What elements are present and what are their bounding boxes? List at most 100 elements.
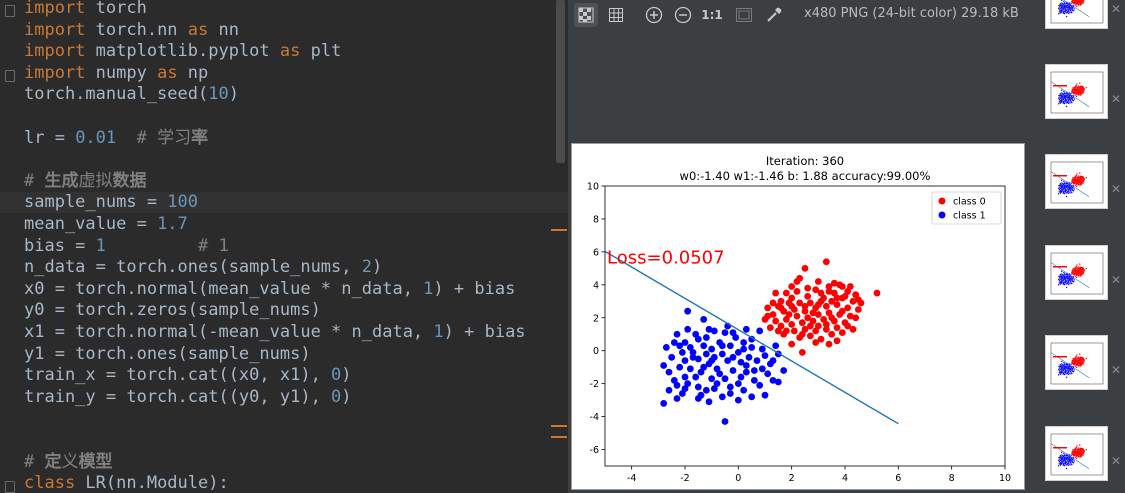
data-point [777, 304, 785, 312]
code-line[interactable]: x1 = torch.normal(-mean_value * n_data, … [24, 322, 526, 343]
code-line[interactable]: import numpy as np [24, 63, 208, 84]
data-point [1079, 1, 1081, 3]
thumbnail-image[interactable] [1045, 426, 1108, 481]
close-icon[interactable]: ✕ [1111, 182, 1121, 196]
code-line[interactable]: mean_value = 1.7 [24, 214, 188, 235]
data-point [1058, 367, 1061, 369]
code-line[interactable]: class LR(nn.Module): [24, 473, 229, 493]
code-token: import [24, 0, 86, 18]
data-point [1073, 270, 1075, 272]
close-icon[interactable]: ✕ [1111, 273, 1121, 287]
data-point [1069, 8, 1072, 10]
error-stripe-marker[interactable] [551, 425, 567, 427]
data-point [1063, 282, 1065, 284]
data-point [1076, 1, 1079, 4]
data-point [710, 353, 718, 361]
code-line[interactable]: n_data = torch.ones(sample_nums, 2) [24, 257, 382, 278]
code-line[interactable]: import torch.nn as nn [24, 20, 239, 41]
code-line[interactable]: import torch [24, 0, 147, 19]
data-point [1077, 456, 1080, 458]
code-line[interactable]: bias = 1 # 1 [24, 236, 229, 257]
chessboard-icon[interactable] [574, 3, 598, 27]
code-token: y1 = torch.ones(sample_nums) [24, 343, 311, 364]
data-point [742, 368, 750, 376]
x-tick-label: -4 [627, 473, 636, 484]
error-stripe-marker[interactable] [551, 229, 567, 231]
data-point [1058, 365, 1060, 368]
thumbnail-image[interactable] [1045, 64, 1108, 119]
data-point [820, 294, 828, 302]
close-icon[interactable]: ✕ [1111, 454, 1121, 468]
code-line[interactable]: x0 = torch.normal(mean_value * n_data, 1… [24, 279, 515, 300]
actual-size-button[interactable]: 1:1 [700, 3, 724, 27]
close-icon[interactable]: ✕ [1111, 2, 1121, 16]
data-point [1072, 92, 1075, 94]
data-point [774, 378, 782, 386]
error-stripe-marker[interactable] [551, 436, 567, 438]
x-tick-label: 4 [842, 473, 848, 484]
code-line[interactable]: y0 = torch.zeros(sample_nums) [24, 300, 321, 321]
code-line[interactable]: train_x = torch.cat((x0, x1), 0) [24, 365, 352, 386]
data-point [1061, 179, 1063, 182]
data-point [1063, 7, 1066, 9]
data-point [1072, 454, 1075, 456]
thumbnail-image[interactable] [1045, 245, 1108, 300]
thumbnail-image[interactable] [1045, 0, 1108, 29]
data-point [750, 367, 758, 374]
close-icon[interactable]: ✕ [1111, 92, 1121, 106]
code-line[interactable]: # 生成虚拟数据 [24, 171, 146, 192]
editor-scrollbar[interactable] [556, 0, 565, 163]
close-icon[interactable]: ✕ [1111, 363, 1121, 377]
data-point [718, 393, 726, 401]
data-point [1081, 91, 1084, 94]
code-line[interactable]: torch.manual_seed(10) [24, 84, 239, 105]
data-point [766, 324, 774, 332]
code-token: 2 [361, 257, 373, 278]
data-point [1070, 92, 1072, 94]
code-line[interactable]: train_y = torch.cat((y0, y1), 0) [24, 387, 352, 408]
data-point [1063, 459, 1066, 461]
data-point [1082, 358, 1085, 360]
fit-to-window-icon[interactable] [732, 3, 756, 27]
data-point [1061, 270, 1063, 273]
color-picker-icon[interactable] [762, 3, 786, 27]
data-point [1075, 95, 1078, 98]
data-point [718, 342, 726, 350]
data-point [1061, 279, 1063, 281]
code-editor[interactable]: import torch import torch.nn as nn import … [0, 0, 568, 493]
data-point [1077, 86, 1080, 88]
data-point [1079, 267, 1081, 270]
data-point [1058, 94, 1060, 97]
data-point [1057, 103, 1060, 105]
fold-icon[interactable] [5, 5, 15, 17]
data-point [1062, 369, 1065, 371]
zoom-out-icon[interactable] [671, 3, 695, 27]
legend-marker [938, 197, 946, 205]
data-point [1057, 459, 1060, 461]
data-point [1083, 269, 1085, 271]
fold-icon[interactable] [5, 70, 15, 82]
code-line[interactable]: y1 = torch.ones(sample_nums) [24, 344, 311, 365]
code-line[interactable]: sample_nums = 100 [0, 192, 568, 214]
code-line[interactable]: # 定义模型 [24, 452, 112, 473]
data-point [764, 304, 772, 312]
data-point [1067, 373, 1070, 376]
code-line[interactable]: import matplotlib.pyplot as plt [24, 41, 341, 62]
data-point [793, 312, 801, 320]
data-point [790, 327, 798, 335]
code-line[interactable]: lr = 0.01 # 学习率 [24, 128, 208, 149]
data-point [1074, 180, 1076, 182]
data-point [1079, 172, 1081, 174]
data-point [1064, 5, 1066, 7]
data-point [1071, 98, 1073, 101]
thumbnail-image[interactable] [1045, 335, 1108, 390]
zoom-in-icon[interactable] [642, 3, 666, 27]
y-tick-label: -4 [590, 412, 599, 423]
data-point [1059, 12, 1062, 14]
data-point [1077, 275, 1080, 277]
fold-icon[interactable] [5, 481, 15, 493]
thumbnail-image[interactable] [1045, 154, 1108, 209]
data-point [734, 396, 742, 404]
code-token: 0 [331, 365, 342, 386]
grid-icon[interactable] [604, 3, 628, 27]
